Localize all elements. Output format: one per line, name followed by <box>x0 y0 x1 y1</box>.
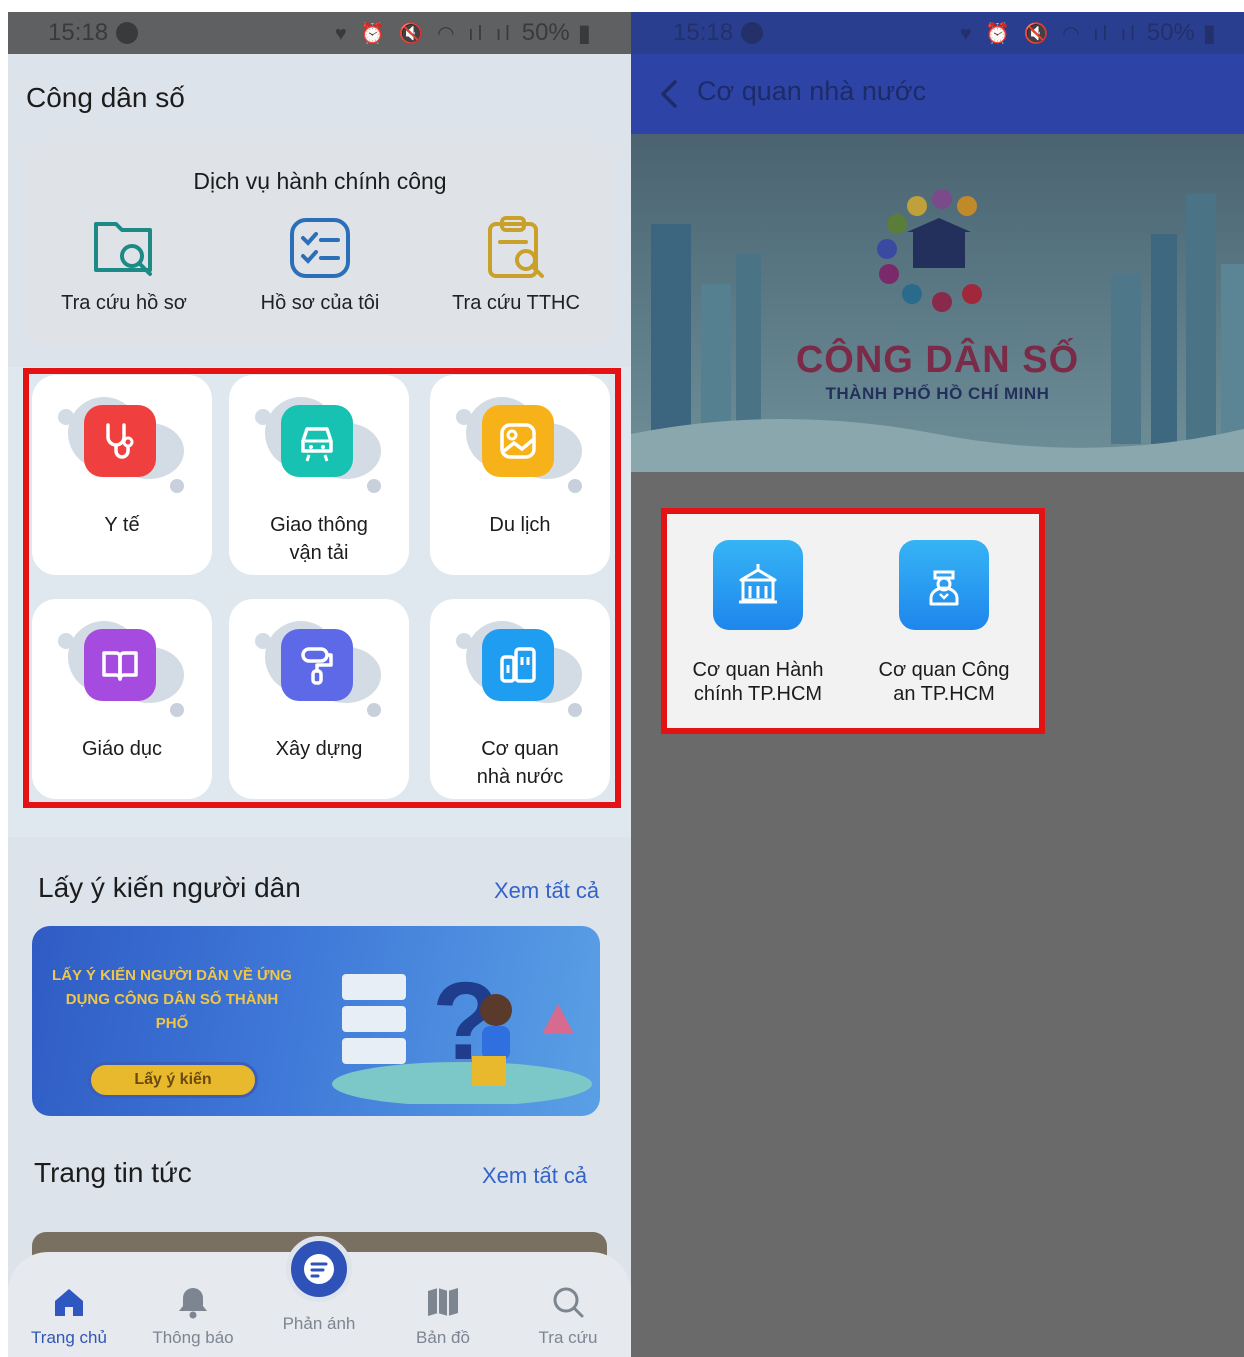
status-time: 15:18 <box>673 19 734 46</box>
hero-subtitle: THÀNH PHỐ HỒ CHÍ MINH <box>825 384 1050 403</box>
nav-map[interactable]: Bản đồ <box>388 1282 498 1348</box>
news-heading: Trang tin tức <box>34 1157 192 1188</box>
status-icons: ♥ ⏰ 🔇 ◠ ıl ıl <box>334 22 514 45</box>
category-label: Y tế <box>104 514 140 536</box>
admin-services-title: Dịch vụ hành chính công <box>193 168 447 194</box>
lookup-procedures-label: Tra cứu TTHC <box>452 292 580 314</box>
agency-police-hcmc[interactable]: Cơ quan Công an TP.HCM <box>849 540 1039 706</box>
hero-banner: CÔNG DÂN SỐ THÀNH PHỐ HỒ CHÍ MINH <box>631 134 1244 472</box>
stethoscope-icon <box>84 405 156 477</box>
nav-home[interactable]: Trang chủ <box>14 1282 124 1348</box>
category-label: Xây dựng <box>275 738 363 760</box>
survey-see-all-link[interactable]: Xem tất cả <box>494 878 599 904</box>
nav-label: Bản đồ <box>416 1328 470 1347</box>
police-icon <box>899 540 989 630</box>
nav-search[interactable]: Tra cứu <box>513 1282 623 1348</box>
home-screen: 15:18 ♥ ⏰ 🔇 ◠ ıl ıl 50% ▮ Công dân số Dị… <box>8 12 631 1357</box>
category-tourism[interactable]: Du lịch <box>430 375 610 575</box>
category-grid: Y tế Giao thông vận tải Du lịch Giáo dục <box>8 367 631 837</box>
messenger-icon <box>741 22 764 44</box>
feedback-button[interactable] <box>286 1236 352 1302</box>
state-agencies-screen: 15:18 ♥ ⏰ 🔇 ◠ ıl ıl 50% ▮ Cơ quan nhà nư… <box>631 12 1244 1357</box>
back-arrow-icon[interactable] <box>655 76 685 112</box>
car-icon <box>281 405 353 477</box>
paint-roller-icon <box>281 629 353 701</box>
nav-label: Thông báo <box>152 1328 234 1347</box>
agency-list: Cơ quan Hành chính TP.HCM Cơ quan Công a… <box>667 514 1043 728</box>
battery-icon: ▮ <box>577 19 591 47</box>
folder-search-icon <box>94 222 152 276</box>
lookup-records-button[interactable]: Tra cứu hồ sơ <box>26 214 222 315</box>
category-health[interactable]: Y tế <box>32 375 212 575</box>
screen-title: Cơ quan nhà nước <box>697 76 927 106</box>
status-bar: 15:18 ♥ ⏰ 🔇 ◠ ıl ıl 50% ▮ <box>8 12 631 54</box>
book-icon <box>84 629 156 701</box>
category-construction[interactable]: Xây dựng <box>229 599 409 799</box>
lookup-procedures-button[interactable]: Tra cứu TTHC <box>418 214 614 315</box>
survey-heading: Lấy ý kiến người dân <box>38 872 301 903</box>
feedback-icon <box>304 1254 334 1284</box>
nav-label: Trang chủ <box>31 1328 107 1347</box>
survey-banner[interactable]: LẤY Ý KIẾN NGƯỜI DÂN VỀ ỨNG DỤNG CÔNG DÂ… <box>32 926 600 1116</box>
agency-label: Cơ quan Hành chính TP.HCM <box>692 659 824 705</box>
banner-text: LẤY Ý KIẾN NGƯỜI DÂN VỀ ỨNG DỤNG CÔNG DÂ… <box>52 967 292 1032</box>
category-state-agencies[interactable]: Cơ quan nhà nước <box>430 599 610 799</box>
agency-label: Cơ quan Công an TP.HCM <box>878 659 1010 705</box>
app-bar: Cơ quan nhà nước <box>631 54 1244 134</box>
status-icons: ♥ ⏰ 🔇 ◠ ıl ıl <box>959 22 1139 45</box>
nav-label: Tra cứu <box>538 1328 598 1347</box>
agency-admin-hcmc[interactable]: Cơ quan Hành chính TP.HCM <box>663 540 853 706</box>
category-label: Giao thông vận tải <box>270 514 368 564</box>
page-title: Công dân số <box>26 82 185 113</box>
category-label: Du lịch <box>489 514 551 536</box>
map-icon <box>388 1282 498 1322</box>
nav-notifications[interactable]: Thông báo <box>138 1282 248 1348</box>
buildings-icon <box>482 629 554 701</box>
my-records-label: Hồ sơ của tôi <box>260 292 380 314</box>
hero-title: CÔNG DÂN SỐ <box>795 339 1080 381</box>
nav-label: Phản ánh <box>282 1314 356 1333</box>
survey-illustration: ? <box>332 960 592 1104</box>
category-label: Giáo dục <box>81 738 163 760</box>
category-education[interactable]: Giáo dục <box>32 599 212 799</box>
clipboard-search-icon <box>488 216 544 278</box>
battery-icon: ▮ <box>1202 19 1216 47</box>
image-icon <box>482 405 554 477</box>
government-building-icon <box>713 540 803 630</box>
battery-level: 50% <box>521 19 570 46</box>
bell-icon <box>138 1282 248 1322</box>
checklist-icon <box>290 218 350 278</box>
status-bar: 15:18 ♥ ⏰ 🔇 ◠ ıl ıl 50% ▮ <box>631 12 1244 54</box>
status-time: 15:18 <box>48 19 109 46</box>
battery-level: 50% <box>1146 19 1195 46</box>
give-opinion-button[interactable]: Lấy ý kiến <box>88 1062 258 1098</box>
news-see-all-link[interactable]: Xem tất cả <box>482 1163 587 1189</box>
city-skyline-illustration <box>631 189 1244 472</box>
messenger-icon <box>116 22 139 44</box>
category-transport[interactable]: Giao thông vận tải <box>229 375 409 575</box>
my-records-button[interactable]: Hồ sơ của tôi <box>222 214 418 315</box>
lookup-records-label: Tra cứu hồ sơ <box>61 292 187 314</box>
category-label: Cơ quan nhà nước <box>476 738 564 788</box>
public-admin-services-card: Dịch vụ hành chính công Tra cứu hồ sơ Hồ… <box>26 142 614 346</box>
search-icon <box>513 1282 623 1322</box>
home-icon <box>14 1282 124 1322</box>
